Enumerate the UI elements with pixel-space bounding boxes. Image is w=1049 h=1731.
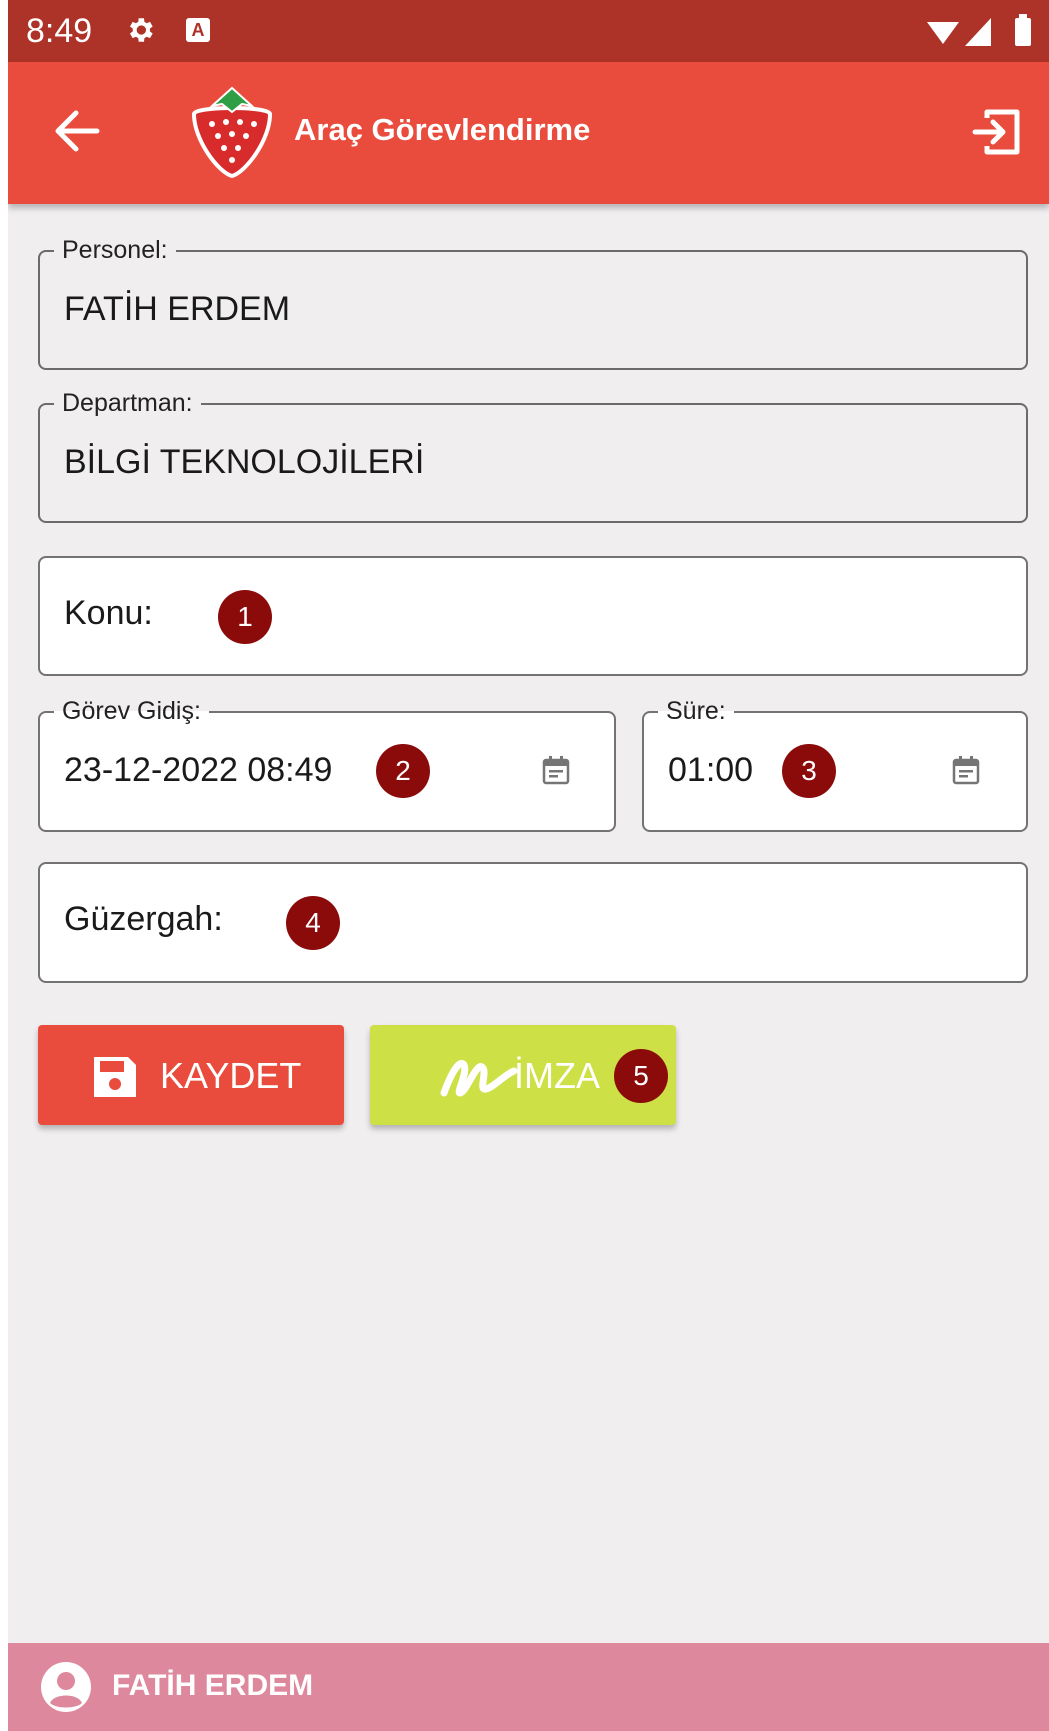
- sure-value: 01:00: [668, 751, 754, 789]
- user-footer: FATİH ERDEM: [8, 1643, 1049, 1731]
- signal-icon: [965, 18, 991, 46]
- logout-icon[interactable]: [971, 106, 1023, 163]
- step-badge-5: 5: [614, 1049, 668, 1103]
- floppy-save-icon: [90, 1053, 140, 1110]
- personel-field[interactable]: Personel: FATİH ERDEM: [38, 236, 1028, 370]
- step-badge-4: 4: [286, 896, 340, 950]
- gorev-gidis-value: 23-12-2022 08:49: [64, 751, 333, 789]
- departman-label: Departman:: [54, 389, 201, 417]
- calendar-icon[interactable]: [952, 755, 980, 790]
- wifi-icon: [927, 22, 959, 44]
- step-badge-3: 3: [782, 744, 836, 798]
- status-right-icons: [919, 12, 1039, 57]
- konu-placeholder: Konu:: [64, 594, 153, 632]
- app-screen: 8:49 A Araç Görevlendirme Personel: FATİ…: [8, 0, 1049, 1731]
- step-badge-2: 2: [376, 744, 430, 798]
- gorev-gidis-field[interactable]: Görev Gidiş: 23-12-2022 08:49 2: [38, 697, 616, 832]
- konu-input[interactable]: Konu: 1: [38, 556, 1028, 676]
- guzergah-input[interactable]: Güzergah: 4: [38, 862, 1028, 983]
- save-button-label: KAYDET: [160, 1055, 302, 1096]
- sure-field[interactable]: Süre: 01:00 3: [642, 697, 1028, 832]
- app-bar: Araç Görevlendirme: [8, 62, 1049, 204]
- footer-user-name: FATİH ERDEM: [112, 1669, 314, 1702]
- a-keyboard-icon: A: [186, 18, 210, 42]
- arrow-left-icon[interactable]: [54, 110, 100, 157]
- sign-button[interactable]: İMZA 5: [370, 1025, 676, 1125]
- status-bar: 8:49 A: [8, 0, 1049, 62]
- user-avatar-icon: [40, 1661, 92, 1718]
- status-time: 8:49: [26, 12, 93, 50]
- strawberry-logo: [188, 84, 276, 185]
- departman-field[interactable]: Departman: BİLGİ TEKNOLOJİLERİ: [38, 389, 1028, 523]
- sign-button-label: İMZA: [514, 1055, 600, 1096]
- personel-value: FATİH ERDEM: [64, 290, 291, 328]
- settings-gear-icon: [124, 14, 156, 51]
- step-badge-1: 1: [218, 590, 272, 644]
- departman-value: BİLGİ TEKNOLOJİLERİ: [64, 443, 425, 481]
- battery-icon: [1015, 14, 1031, 46]
- page-title: Araç Görevlendirme: [294, 112, 591, 147]
- signature-icon: [438, 1049, 518, 1110]
- guzergah-placeholder: Güzergah:: [64, 900, 223, 938]
- calendar-icon[interactable]: [542, 755, 570, 790]
- sure-label: Süre:: [658, 697, 734, 725]
- save-button[interactable]: KAYDET: [38, 1025, 344, 1125]
- gorev-gidis-label: Görev Gidiş:: [54, 697, 209, 725]
- personel-label: Personel:: [54, 236, 176, 264]
